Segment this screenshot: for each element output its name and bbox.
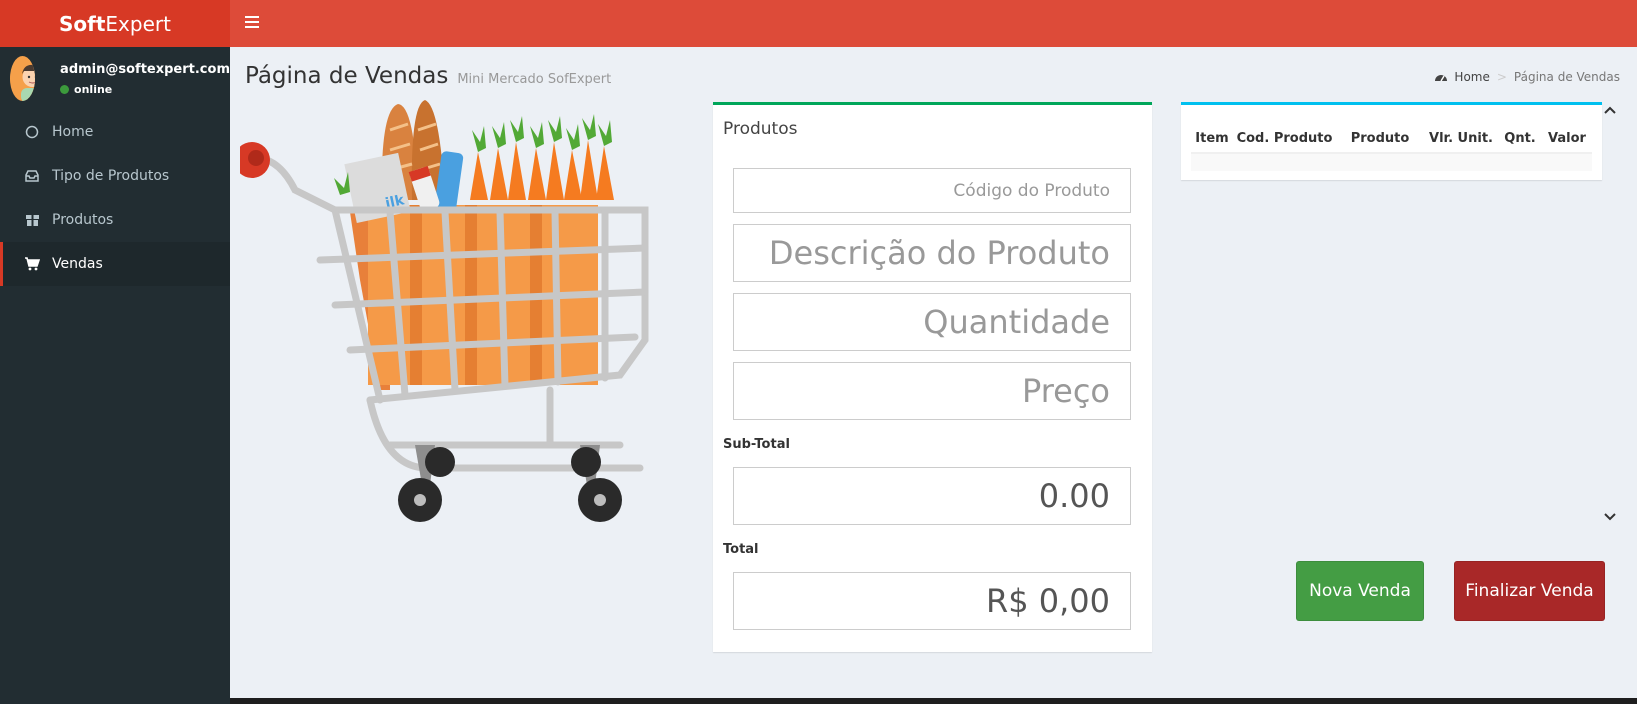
shopping-cart-illustration: ilk bbox=[240, 100, 649, 522]
items-table: Item Cod. Produto Produto Vlr. Unit. Qnt… bbox=[1191, 125, 1592, 171]
quantidade-input[interactable]: Quantidade bbox=[733, 293, 1131, 351]
total-label: Total bbox=[723, 542, 759, 557]
breadcrumb-current: Página de Vendas bbox=[1513, 70, 1620, 84]
table-header-row: Item Cod. Produto Produto Vlr. Unit. Qnt… bbox=[1191, 125, 1592, 154]
page-header: Página de Vendas Mini Mercado SofExpert bbox=[245, 63, 611, 89]
sidebar-item-tipo-de-produtos[interactable]: Tipo de Produtos bbox=[0, 154, 230, 198]
logo-light-text: Expert bbox=[105, 11, 171, 36]
sidebar-item-label: Home bbox=[52, 124, 94, 140]
user-status: online bbox=[60, 83, 230, 96]
table-row bbox=[1191, 153, 1592, 171]
table-header-cod-produto: Cod. Produto bbox=[1233, 125, 1336, 154]
user-email: admin@softexpert.com bbox=[60, 61, 230, 77]
taskbar-strip bbox=[230, 698, 1637, 704]
scroll-up-icon[interactable] bbox=[1604, 103, 1616, 117]
sidebar-item-home[interactable]: Home bbox=[0, 110, 230, 154]
scroll-down-icon[interactable] bbox=[1604, 510, 1616, 524]
gift-icon bbox=[21, 213, 43, 227]
user-status-text: online bbox=[74, 82, 113, 96]
online-dot-icon bbox=[60, 84, 70, 94]
breadcrumb-home[interactable]: Home bbox=[1454, 70, 1489, 84]
hamburger-menu-icon[interactable] bbox=[245, 13, 259, 32]
table-header-valor: Valor bbox=[1542, 125, 1592, 154]
total-field[interactable]: R$ 0,00 bbox=[733, 572, 1131, 630]
top-navbar bbox=[230, 0, 1637, 47]
sidebar: SoftExpert admin@softexpert.com online bbox=[0, 0, 230, 704]
page-title: Página de Vendas bbox=[245, 63, 449, 89]
sidebar-item-label: Produtos bbox=[52, 212, 114, 228]
app-logo[interactable]: Soft Expert bbox=[0, 0, 230, 47]
logo-bold-text: Soft bbox=[59, 11, 106, 36]
inbox-icon bbox=[21, 169, 43, 183]
cart-icon bbox=[21, 257, 43, 271]
produtos-box-title: Produtos bbox=[723, 119, 798, 139]
sidebar-item-vendas[interactable]: Vendas bbox=[0, 242, 230, 286]
table-header-produto: Produto bbox=[1336, 125, 1424, 154]
subtotal-field[interactable]: 0.00 bbox=[733, 467, 1131, 525]
nova-venda-button[interactable]: Nova Venda bbox=[1296, 561, 1424, 621]
circle-icon bbox=[21, 125, 43, 139]
table-header-vlr-unit: Vlr. Unit. bbox=[1424, 125, 1498, 154]
preco-input[interactable]: Preço bbox=[733, 362, 1131, 420]
dashboard-icon bbox=[1434, 71, 1448, 83]
finalizar-venda-button[interactable]: Finalizar Venda bbox=[1454, 561, 1605, 621]
items-table-box: Item Cod. Produto Produto Vlr. Unit. Qnt… bbox=[1181, 102, 1602, 180]
breadcrumb-separator: > bbox=[1496, 70, 1507, 84]
avatar bbox=[10, 56, 36, 101]
sidebar-item-label: Vendas bbox=[52, 256, 103, 272]
descricao-produto-input[interactable]: Descrição do Produto bbox=[733, 224, 1131, 282]
produtos-box: Produtos Código do Produto Descrição do … bbox=[713, 102, 1152, 652]
page-subtitle: Mini Mercado SofExpert bbox=[457, 72, 612, 87]
breadcrumb: Home > Página de Vendas bbox=[1434, 70, 1620, 84]
table-header-item: Item bbox=[1191, 125, 1233, 154]
codigo-produto-input[interactable]: Código do Produto bbox=[733, 168, 1131, 213]
sidebar-item-label: Tipo de Produtos bbox=[52, 168, 170, 184]
sidebar-item-produtos[interactable]: Produtos bbox=[0, 198, 230, 242]
subtotal-label: Sub-Total bbox=[723, 437, 790, 452]
table-header-qnt: Qnt. bbox=[1498, 125, 1542, 154]
user-panel: admin@softexpert.com online bbox=[0, 47, 230, 110]
